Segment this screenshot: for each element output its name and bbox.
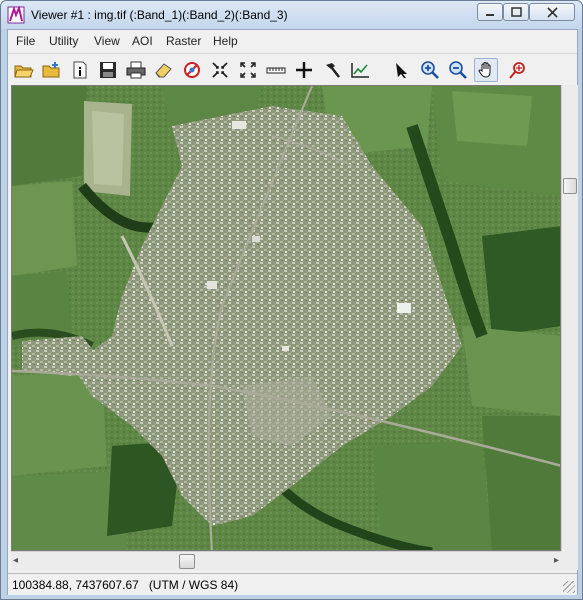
app-icon: [7, 6, 25, 24]
menu-help[interactable]: Help: [213, 34, 238, 48]
chart-button[interactable]: [348, 58, 372, 82]
measure-button[interactable]: [506, 58, 530, 82]
clear-button[interactable]: [180, 58, 204, 82]
menu-utility[interactable]: Utility: [49, 34, 78, 48]
info-icon: [73, 61, 87, 79]
vertical-scrollbar[interactable]: [561, 85, 578, 551]
image-viewport[interactable]: [11, 85, 561, 551]
horizontal-scroll-thumb[interactable]: [179, 554, 195, 569]
status-coordinates: 100384.88, 7437607.67 (UTM / WGS 84): [12, 578, 238, 592]
close-icon: [546, 6, 558, 18]
pan-hand-button[interactable]: [474, 58, 498, 82]
info-button[interactable]: [68, 58, 92, 82]
hammer-icon: [326, 63, 340, 78]
close-button[interactable]: [529, 3, 575, 21]
eraser-icon: [155, 63, 172, 78]
maximize-button[interactable]: [503, 3, 529, 21]
menu-raster[interactable]: Raster: [166, 34, 201, 48]
horizontal-scrollbar[interactable]: ◂ ▸: [11, 551, 561, 570]
zoom-out-button[interactable]: [446, 58, 470, 82]
resize-grip-icon[interactable]: [563, 581, 575, 593]
open-file-button[interactable]: [12, 58, 36, 82]
pointer-icon: [396, 63, 407, 78]
window-title: Viewer #1 : img.tif (:Band_1)(:Band_2)(:…: [31, 8, 288, 22]
scrollbar-corner: [561, 551, 578, 570]
zoom-extent-icon: [240, 62, 256, 78]
menu-aoi[interactable]: AOI: [132, 34, 153, 48]
pan-hand-icon: [478, 61, 491, 78]
open-file-icon: [14, 65, 34, 78]
open-layer-icon: [42, 62, 60, 78]
coordinate-readout: 100384.88, 7437607.67: [12, 578, 139, 592]
measure-icon: [509, 62, 525, 79]
scroll-right-icon[interactable]: ▸: [554, 555, 559, 566]
clear-icon: [184, 62, 200, 78]
viewer-window: Viewer #1 : img.tif (:Band_1)(:Band_2)(:…: [0, 0, 583, 600]
satellite-image: [12, 86, 560, 550]
crosshair-button[interactable]: [292, 58, 316, 82]
chart-icon: [351, 63, 369, 78]
eraser-button[interactable]: [152, 58, 176, 82]
zoom-extent-button[interactable]: [236, 58, 260, 82]
fit-to-frame-icon: [212, 62, 228, 78]
title-bar[interactable]: Viewer #1 : img.tif (:Band_1)(:Band_2)(:…: [1, 1, 582, 29]
print-icon: [126, 61, 146, 79]
save-icon: [100, 62, 116, 78]
scroll-left-icon[interactable]: ◂: [13, 555, 18, 566]
status-bar: 100384.88, 7437607.67 (UTM / WGS 84): [8, 573, 577, 595]
zoom-in-icon: [421, 61, 439, 79]
menu-view[interactable]: View: [94, 34, 120, 48]
menu-file[interactable]: File: [16, 34, 35, 48]
fit-to-frame-button[interactable]: [208, 58, 232, 82]
zoom-in-button[interactable]: [418, 58, 442, 82]
toolbar: [8, 53, 577, 85]
ruler-button[interactable]: [264, 58, 288, 82]
ruler-icon: [266, 67, 286, 74]
minimize-button[interactable]: [477, 3, 503, 21]
zoom-out-icon: [449, 61, 467, 79]
viewer-client-area: File Utility View AOI Raster Help ◂ ▸ 10…: [7, 29, 578, 595]
vertical-scroll-thumb[interactable]: [563, 178, 577, 194]
projection-label: (UTM / WGS 84): [148, 578, 239, 592]
maximize-icon: [510, 7, 522, 17]
minimize-icon: [486, 14, 494, 16]
save-button[interactable]: [96, 58, 120, 82]
open-layer-button[interactable]: [40, 58, 64, 82]
crosshair-icon: [296, 62, 312, 78]
menu-bar: File Utility View AOI Raster Help: [8, 30, 577, 52]
print-button[interactable]: [124, 58, 148, 82]
pointer-button[interactable]: [390, 58, 414, 82]
hammer-button[interactable]: [320, 58, 344, 82]
